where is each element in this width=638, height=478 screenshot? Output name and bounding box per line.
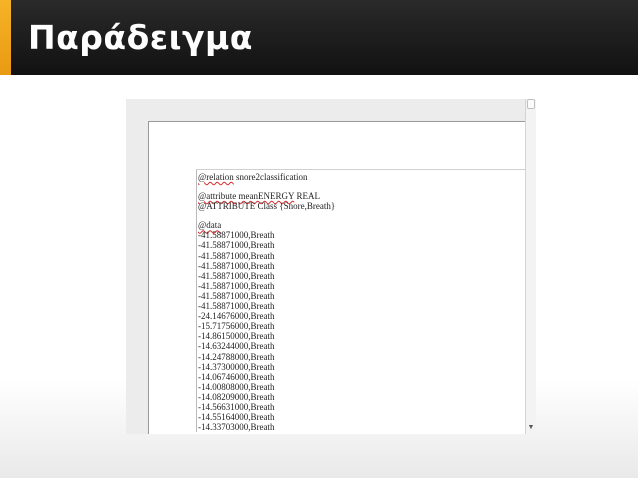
scrollbar-thumb[interactable] bbox=[527, 99, 535, 109]
data-keyword: @data bbox=[198, 220, 222, 231]
slide-title: Παράδειγμα bbox=[28, 18, 253, 57]
data-row: -24.14676000,Breath bbox=[198, 311, 275, 322]
data-row: -14.86150000,Breath bbox=[198, 331, 275, 342]
data-row: -14.00808000,Breath bbox=[198, 381, 275, 392]
data-row: -41.58871000,Breath bbox=[198, 260, 275, 271]
data-row: -41.58871000,Breath bbox=[198, 290, 275, 301]
data-row: -14.33703000,Breath bbox=[198, 422, 275, 433]
data-row: -14.55164000,Breath bbox=[198, 412, 275, 423]
data-row: -41.58871000,Breath bbox=[198, 270, 275, 281]
arff-content: @relation snore2classification @attribut… bbox=[196, 169, 528, 433]
data-row: -14.37300000,Breath bbox=[198, 361, 275, 372]
data-row: -14.63244000,Breath bbox=[198, 341, 275, 352]
document-viewer: @relation snore2classification @attribut… bbox=[126, 99, 536, 434]
attribute-line-2: @ATTRIBUTE Class {Snore,Breath} bbox=[198, 201, 336, 212]
vertical-scrollbar[interactable]: ▼ bbox=[525, 99, 536, 434]
header-accent-bar bbox=[0, 0, 11, 75]
data-keyword-line: @data bbox=[198, 220, 528, 230]
attribute-line-1: @attribute meanENERGY REAL bbox=[198, 191, 528, 201]
slide-header: Παράδειγμα bbox=[0, 0, 638, 75]
data-row: -14.24788000,Breath bbox=[198, 351, 275, 362]
relation-keyword: @relation bbox=[198, 172, 234, 182]
relation-name: snore2classification bbox=[236, 172, 308, 182]
attribute-name: meanENERGY bbox=[238, 191, 295, 202]
relation-line: @relation snore2classification bbox=[198, 172, 528, 182]
attribute-keyword: @attribute bbox=[198, 191, 237, 202]
data-row: -14.56631000,Breath bbox=[198, 401, 275, 412]
scroll-down-arrow-icon[interactable]: ▼ bbox=[526, 423, 536, 433]
data-row: -14.06746000,Breath bbox=[198, 371, 275, 382]
data-row: -15.71756000,Breath bbox=[198, 321, 275, 332]
data-row: -41.58871000,Breath bbox=[198, 280, 275, 291]
document-page: @relation snore2classification @attribut… bbox=[148, 121, 528, 434]
data-row: -41.58871000,Breath bbox=[198, 240, 275, 251]
data-row: -14.08209000,Breath bbox=[198, 391, 275, 402]
data-row: -41.58871000,Breath bbox=[198, 301, 275, 312]
data-row: -41.58871000,Breath bbox=[198, 230, 275, 241]
data-rows: -41.58871000,Breath -41.58871000,Breath … bbox=[198, 230, 528, 432]
data-row: -41.58871000,Breath bbox=[198, 250, 275, 261]
attribute-type: REAL bbox=[296, 191, 320, 202]
